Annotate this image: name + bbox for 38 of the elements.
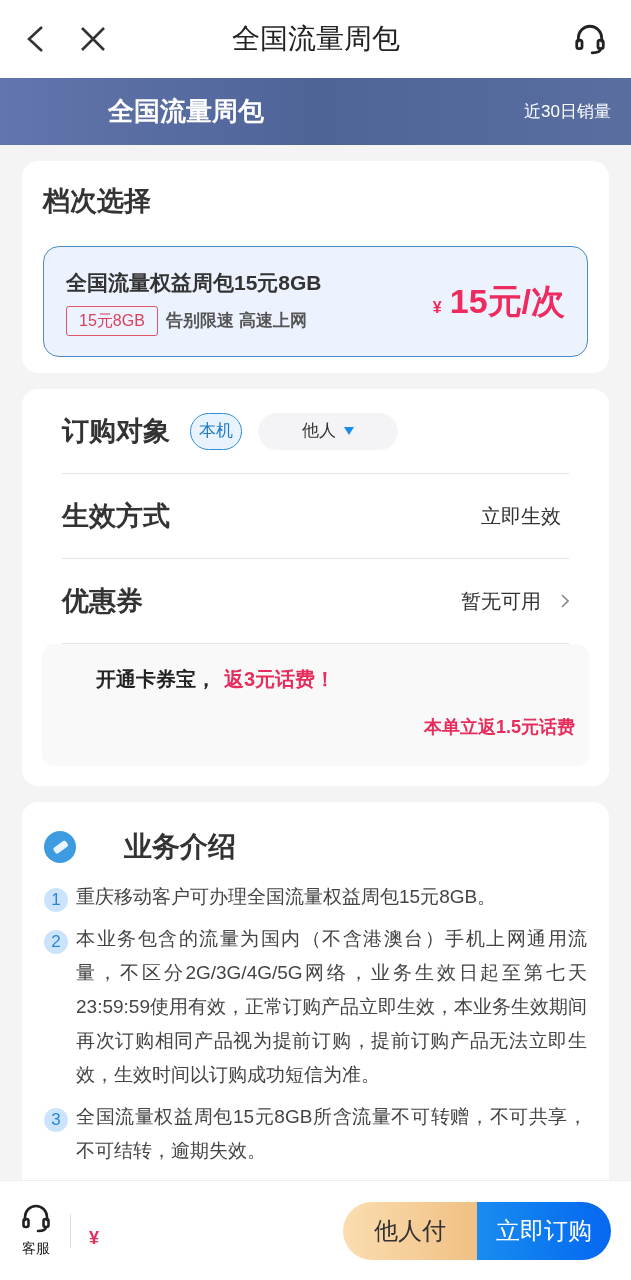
intro-paragraph: 本业务包含的流量为国内（不含港澳台）手机上网通用流量，不区分2G/3G/4G/5G网络，业务生效日起至第七天23:59:59使用有效，正常订购产品立即生效，本业务生效期间再次订购相同产品视为提前订购，提前订购产品无法立即生效，生效时间以订购成功短信为准。: [76, 927, 587, 1087]
close-icon[interactable]: [80, 26, 106, 52]
chevron-right-icon: [561, 594, 569, 608]
plan-slogan: 告别限速 高速上网: [165, 310, 307, 333]
number-badge: 2: [44, 930, 68, 954]
plan-tag: 15元8GB: [66, 306, 158, 336]
promo-highlight: 返3元话费！: [224, 667, 336, 692]
currency-sign: ¥: [432, 297, 442, 318]
intro-paragraph: 全国流量权益周包15元8GB所含流量不可转赠，不可共享，不可结转，逾期失效。: [76, 1105, 587, 1163]
headset-icon[interactable]: [573, 22, 607, 56]
headset-icon[interactable]: [20, 1202, 52, 1234]
field-value: 暂无可用: [461, 589, 541, 614]
plan-price: 15元/次: [449, 280, 565, 322]
intro-paragraph: 重庆移动客户可办理全国流量权益周包15元8GB。: [76, 885, 497, 909]
field-value: 立即生效: [481, 504, 561, 529]
plan-name: 全国流量权益周包15元8GB: [66, 269, 322, 296]
plan-option[interactable]: 全国流量权益周包15元8GB 15元8GB 告别限速 高速上网 ¥ 15元/次: [43, 245, 588, 357]
service-button[interactable]: 客服: [20, 1202, 52, 1259]
number-badge: 1: [44, 888, 68, 912]
currency-sign: ¥: [89, 1227, 99, 1250]
number-badge: 3: [44, 1108, 68, 1132]
field-label: 生效方式: [62, 499, 170, 533]
caret-icon: [344, 427, 354, 435]
banner-title: 全国流量周包: [108, 95, 264, 128]
section-title: 档次选择: [43, 185, 152, 218]
pay-by-others-button[interactable]: 他人付: [343, 1201, 477, 1260]
field-label: 优惠券: [62, 584, 143, 618]
target-option[interactable]: 他人: [258, 412, 398, 450]
target-option[interactable]: 本机: [190, 412, 242, 450]
sales-label: 近30日销量: [524, 100, 611, 123]
page-title: 全国流量周包: [230, 22, 401, 56]
service-label: 客服: [22, 1239, 50, 1258]
refund-text: 本单立返1.5元话费: [423, 716, 575, 739]
promo-text: 开通卡券宝，: [96, 667, 216, 692]
pencil-icon: [44, 831, 76, 863]
order-button[interactable]: 立即订购: [477, 1201, 611, 1260]
section-title: 业务介绍: [124, 830, 236, 864]
field-label: 订购对象: [62, 414, 170, 448]
